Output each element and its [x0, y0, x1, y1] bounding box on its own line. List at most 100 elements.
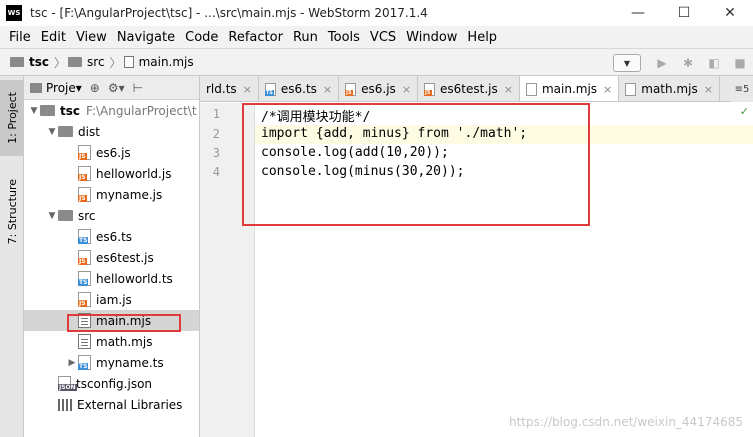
side-tab-project-label: 1: Project [5, 92, 19, 144]
editor-tab-label: math.mjs [641, 82, 698, 96]
close-tab-icon[interactable]: × [402, 83, 411, 96]
tree-item-label: math.mjs [96, 334, 153, 349]
file-type-badge: TS [78, 279, 89, 286]
editor-tab-es6-js[interactable]: JS es6.js × [339, 76, 419, 101]
tree-item-es6-js[interactable]: JS es6.js [24, 142, 199, 163]
minimize-button[interactable]: — [615, 0, 661, 26]
breadcrumb-separator: 〉 [54, 55, 67, 70]
tree-item-label: src [78, 208, 96, 223]
folder-icon [68, 57, 83, 67]
menu-help[interactable]: Help [462, 30, 502, 45]
menu-code[interactable]: Code [180, 30, 223, 45]
locate-target-icon[interactable]: ⊕ [90, 81, 100, 95]
file-type-badge: JSON [58, 384, 77, 391]
tool-window-strip: 1: Project 7: Structure [0, 76, 24, 437]
tree-item-label: iam.js [96, 292, 132, 307]
editor-tab-main-mjs[interactable]: main.mjs × [519, 76, 620, 101]
js-file-icon: JS [78, 145, 91, 160]
line-number: 3 [212, 146, 220, 160]
file-type-badge: JS [424, 89, 432, 96]
breadcrumb-project[interactable]: tsc 〉 [0, 48, 66, 76]
breadcrumb-project-label: tsc [29, 55, 49, 69]
close-tab-icon[interactable]: × [704, 83, 713, 96]
tree-item-src[interactable]: ▼ src [24, 205, 199, 226]
menu-tools[interactable]: Tools [323, 30, 365, 45]
side-tab-structure-label: 7: Structure [5, 179, 19, 245]
breadcrumb-folder[interactable]: src 〉 [66, 48, 122, 76]
inspection-ok-icon: ✓ [739, 105, 749, 118]
maximize-button[interactable]: ☐ [661, 0, 707, 26]
tree-item-myname-js[interactable]: JS myname.js [24, 184, 199, 205]
breadcrumb-file[interactable]: main.mjs [122, 48, 194, 76]
folder-icon [58, 126, 73, 137]
stop-icon[interactable]: ■ [727, 50, 753, 76]
editor-tab-math-mjs[interactable]: math.mjs × [619, 76, 720, 101]
js-file-icon: JS [78, 250, 91, 265]
tree-item-es6test-js[interactable]: JS es6test.js [24, 247, 199, 268]
menu-edit[interactable]: Edit [36, 30, 71, 45]
watermark: https://blog.csdn.net/weixin_44174685 [508, 415, 743, 429]
run-config-dropdown[interactable]: ▼ [613, 54, 641, 72]
tree-item-label: tsc [60, 103, 80, 118]
tree-item-tsconfig-json[interactable]: JSON tsconfig.json [24, 373, 199, 394]
debug-icon[interactable]: ✱ [675, 50, 701, 76]
tree-item-myname-ts[interactable]: ▶ TS myname.ts [24, 352, 199, 373]
side-tab-structure[interactable]: 7: Structure [0, 168, 24, 256]
tree-item-iam-js[interactable]: JS iam.js [24, 289, 199, 310]
ts-file-icon: TS [78, 229, 91, 244]
tab-overflow-button[interactable]: ≡5 [731, 76, 753, 102]
collapse-icon[interactable]: ⊢ [133, 81, 143, 95]
run-icon[interactable]: ▶ [649, 50, 675, 76]
annotation-box-file [67, 314, 181, 332]
line-number: 2 [212, 127, 220, 141]
tree-item-dist[interactable]: ▼ dist [24, 121, 199, 142]
tree-item-math-mjs[interactable]: math.mjs [24, 331, 199, 352]
close-tab-icon[interactable]: × [504, 83, 513, 96]
editor-tab-es6test-js[interactable]: JS es6test.js × [418, 76, 520, 101]
menu-bar: File Edit View Navigate Code Refactor Ru… [0, 26, 753, 48]
ts-file-icon: TS [78, 271, 91, 286]
coverage-icon[interactable]: ◧ [701, 50, 727, 76]
file-type-badge: TS [78, 363, 89, 370]
menu-window[interactable]: Window [401, 30, 462, 45]
editor-tab-rld-ts[interactable]: rld.ts × [200, 76, 259, 101]
menu-run[interactable]: Run [288, 30, 323, 45]
close-tab-icon[interactable]: × [603, 83, 612, 96]
project-view-dropdown[interactable]: Proje▾ [46, 81, 82, 95]
run-toolbar: ▼ ▶ ✱ ◧ ■ [613, 49, 753, 77]
tree-item-tsc[interactable]: ▼ tsc F:\AngularProject\t [24, 100, 199, 121]
menu-view[interactable]: View [71, 30, 112, 45]
collapsed-arrow-icon[interactable]: ▶ [66, 358, 78, 368]
gear-icon[interactable]: ⚙▾ [108, 81, 125, 95]
tree-item-helloworld-ts[interactable]: TS helloworld.ts [24, 268, 199, 289]
close-tab-icon[interactable]: × [243, 83, 252, 96]
menu-navigate[interactable]: Navigate [112, 30, 180, 45]
tree-item-es6-ts[interactable]: TS es6.ts [24, 226, 199, 247]
title-bar: WS tsc - [F:\AngularProject\tsc] - ...\s… [0, 0, 753, 26]
editor-tab-label: main.mjs [541, 82, 598, 96]
expand-arrow-icon[interactable]: ▼ [46, 127, 58, 137]
file-type-badge: JS [78, 258, 87, 265]
expand-arrow-icon[interactable]: ▼ [46, 211, 58, 221]
window-controls: — ☐ ✕ [615, 0, 753, 26]
tree-item-helloworld-js[interactable]: JS helloworld.js [24, 163, 199, 184]
close-tab-icon[interactable]: × [323, 83, 332, 96]
side-tab-project[interactable]: 1: Project [0, 80, 24, 156]
close-button[interactable]: ✕ [707, 0, 753, 26]
menu-vcs[interactable]: VCS [365, 30, 401, 45]
expand-arrow-icon[interactable]: ▼ [28, 106, 40, 116]
tree-item-external-libraries[interactable]: External Libraries [24, 394, 199, 415]
breadcrumb-separator: 〉 [109, 55, 122, 70]
editor-tab-label: es6.ts [280, 82, 317, 96]
mjs-file-icon [625, 82, 637, 96]
mjs-file-icon [78, 334, 91, 349]
tree-item-label: tsconfig.json [76, 376, 153, 391]
editor-tab-es6-ts[interactable]: TS es6.ts × [259, 76, 340, 101]
menu-refactor[interactable]: Refactor [223, 30, 288, 45]
window-title: tsc - [F:\AngularProject\tsc] - ...\src\… [30, 6, 428, 20]
project-panel-header: Proje▾ ⊕ ⚙▾ ⊢ [24, 76, 199, 100]
file-type-badge: TS [264, 89, 274, 96]
folder-icon [40, 105, 55, 116]
folder-icon [58, 210, 73, 221]
menu-file[interactable]: File [4, 30, 36, 45]
